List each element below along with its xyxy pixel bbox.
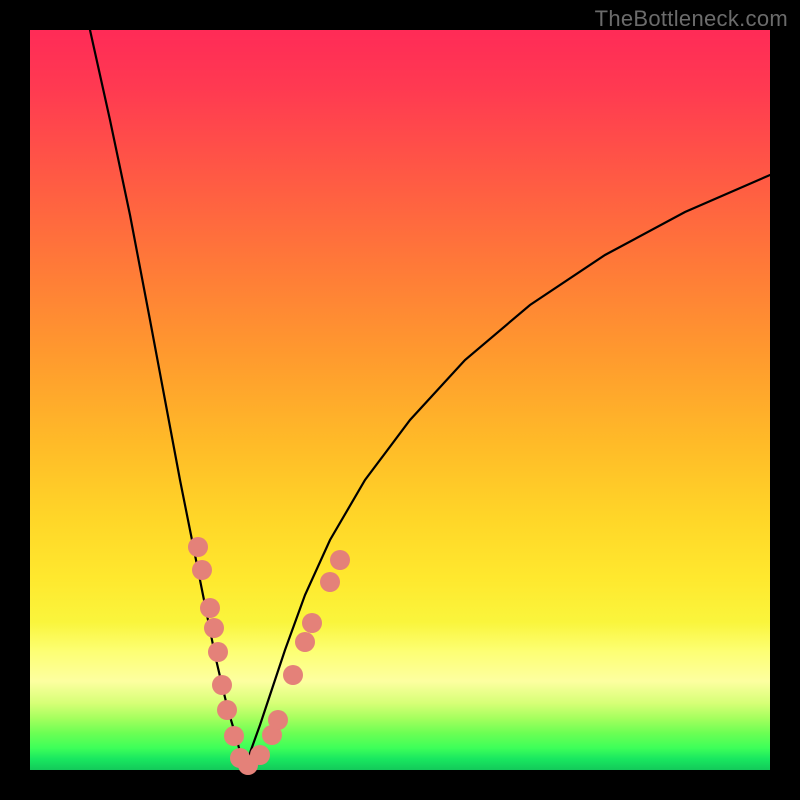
outer-frame: TheBottleneck.com [0,0,800,800]
data-bead [204,618,224,638]
data-bead [188,537,208,557]
data-bead [224,726,244,746]
data-bead [330,550,350,570]
data-bead [283,665,303,685]
chart-svg [30,30,770,770]
data-bead [295,632,315,652]
data-bead [320,572,340,592]
data-bead [302,613,322,633]
data-bead [212,675,232,695]
data-bead [250,745,270,765]
right-arm-curve [245,175,770,768]
data-bead [208,642,228,662]
data-bead [268,710,288,730]
watermark-text: TheBottleneck.com [595,6,788,32]
data-bead [192,560,212,580]
data-beads [188,537,350,775]
data-bead [200,598,220,618]
plot-area [30,30,770,770]
data-bead [217,700,237,720]
